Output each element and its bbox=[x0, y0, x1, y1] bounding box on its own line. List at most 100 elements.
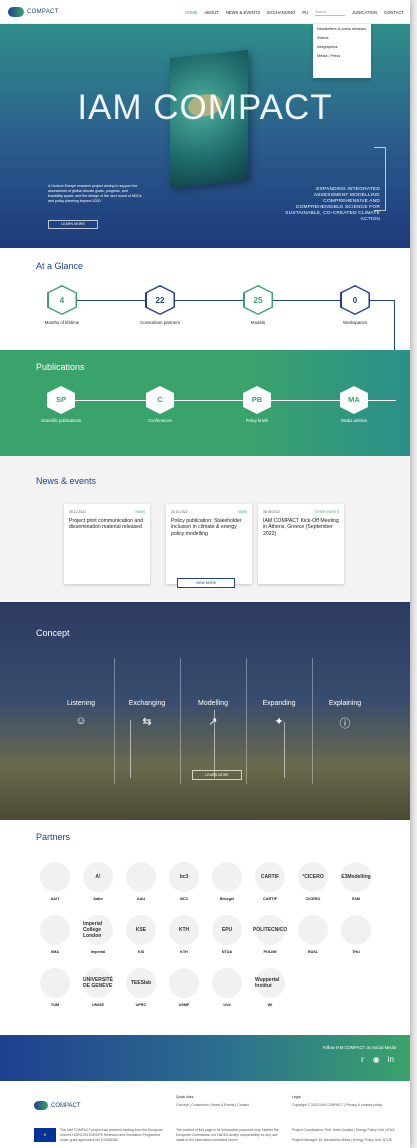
partner-logo[interactable] bbox=[212, 968, 242, 998]
partner-logo[interactable] bbox=[40, 862, 70, 892]
news-events-section: News & events 05.12.2022 NEWS Project pr… bbox=[0, 456, 410, 602]
partner-name: WI bbox=[267, 1003, 273, 1007]
nav-exchanging[interactable]: EXCHANGING bbox=[267, 10, 295, 15]
partner-logo[interactable]: E3Modelling bbox=[341, 862, 371, 892]
partner-logo[interactable]: KSE bbox=[126, 915, 156, 945]
publication-hexagon[interactable]: PB bbox=[243, 386, 271, 414]
section-title: At a Glance bbox=[36, 261, 84, 271]
partner-name: Imperial bbox=[90, 950, 106, 954]
partner-name: KSI bbox=[137, 950, 145, 954]
ear-icon: ☺ bbox=[75, 715, 87, 727]
network-icon: ✦ bbox=[274, 716, 284, 728]
publication-hexagon[interactable]: MA bbox=[340, 386, 368, 414]
eu-funding-text: The IAM COMPACT project has received fun… bbox=[60, 1128, 163, 1142]
footer-logo[interactable]: COMPACT bbox=[34, 1101, 81, 1110]
chart-icon: ↗ bbox=[208, 716, 218, 728]
concept-item-expanding[interactable]: Expanding ✦ bbox=[246, 700, 312, 728]
partner-logo[interactable]: EPU bbox=[212, 915, 242, 945]
publication-hexagon[interactable]: SP bbox=[47, 386, 75, 414]
partner-name: Bruegel bbox=[219, 897, 235, 901]
social-icons: 𝕣 ◉ in bbox=[361, 1055, 394, 1064]
news-date: 23.11.2022 bbox=[171, 510, 188, 514]
linkedin-icon[interactable]: in bbox=[388, 1055, 394, 1064]
dropdown-item-videos[interactable]: Videos bbox=[317, 36, 367, 41]
publication-label[interactable]: Conferences bbox=[120, 418, 200, 423]
partner-name: BC3 bbox=[180, 897, 188, 901]
concept-learn-more-button[interactable]: LEARN MORE bbox=[192, 770, 242, 780]
hero-title: IAM COMPACT bbox=[77, 88, 333, 127]
news-title[interactable]: Policy publication: Stakeholder inclusio… bbox=[171, 518, 247, 537]
dropdown-item-newsletters[interactable]: Newsletters & press releases bbox=[317, 27, 367, 32]
instagram-icon[interactable]: ◉ bbox=[373, 1055, 380, 1064]
nav-news-events[interactable]: NEWS & EVENTS bbox=[226, 10, 260, 15]
partner-logo[interactable]: POLITECNICO bbox=[253, 915, 287, 945]
partner-logo[interactable]: Imperial College London bbox=[83, 915, 113, 945]
concept-section: Concept Listening ☺ Exchanging ⇆ Modelli… bbox=[0, 602, 410, 820]
publication-label[interactable]: Policy briefs bbox=[217, 418, 297, 423]
nav-publications[interactable]: PU bbox=[302, 10, 308, 15]
publication-label[interactable]: Scientific publications bbox=[21, 418, 101, 423]
concept-item-exchanging[interactable]: Exchanging ⇆ bbox=[114, 700, 180, 728]
publications-section: Publications SP Scientific publications … bbox=[0, 350, 410, 456]
partner-logo[interactable]: Wuppertal Institut bbox=[255, 968, 285, 998]
site-logo[interactable]: COMPACT bbox=[8, 6, 59, 17]
partner-name: KTH bbox=[180, 950, 188, 954]
partner-logo[interactable] bbox=[169, 968, 199, 998]
project-manager: Project Manager: Dr. Alexandros Nikas | … bbox=[292, 1138, 392, 1142]
exchange-arrows-icon: ⇆ bbox=[142, 716, 152, 728]
news-tag: NEWS bbox=[135, 510, 145, 514]
disclaimer-text: The content of this page is for informat… bbox=[176, 1128, 279, 1142]
section-title: Concept bbox=[36, 628, 70, 638]
dropdown-item-infographics[interactable]: Infographics bbox=[317, 45, 367, 50]
concept-label: Listening bbox=[66, 700, 96, 707]
news-card[interactable]: 08.09.2022 OTHER EVENTS IAM COMPACT Kick… bbox=[258, 504, 344, 584]
partner-logo[interactable]: UNIVERSITÉ DE GENÈVE bbox=[83, 968, 113, 998]
news-card[interactable]: 05.12.2022 NEWS Project print communicat… bbox=[64, 504, 150, 584]
nav-home[interactable]: HOME bbox=[185, 10, 198, 15]
legal-text[interactable]: Copyright © 2022 IAM COMPACT | Privacy &… bbox=[292, 1103, 404, 1108]
search-input[interactable]: Search bbox=[315, 8, 346, 16]
partner-logo[interactable]: bc3 bbox=[169, 862, 199, 892]
quick-links[interactable]: Concept | Consortium | News & Events | C… bbox=[176, 1103, 249, 1108]
nav-communication[interactable]: JUNICATION bbox=[352, 10, 377, 15]
section-title: Partners bbox=[36, 832, 71, 842]
partner-name: USMF bbox=[178, 1003, 190, 1007]
stat-label: Models bbox=[250, 320, 266, 325]
nav-contact[interactable]: CONTACT bbox=[384, 10, 404, 15]
partner-name: Aalto bbox=[93, 897, 103, 901]
stat-value: 0 bbox=[341, 286, 369, 314]
view-more-button[interactable]: VIEW MORE bbox=[177, 578, 235, 588]
partner-logo[interactable] bbox=[298, 915, 328, 945]
partner-logo[interactable]: °CICERO bbox=[298, 862, 328, 892]
twitter-icon[interactable]: 𝕣 bbox=[361, 1055, 365, 1064]
concept-item-modelling[interactable]: Modelling ↗ bbox=[180, 700, 246, 728]
partner-logo[interactable]: KTH bbox=[169, 915, 199, 945]
nav-about[interactable]: ABOUT bbox=[204, 10, 218, 15]
concept-label: Expanding bbox=[262, 700, 296, 707]
publication-hexagon[interactable]: C bbox=[146, 386, 174, 414]
partner-logo[interactable] bbox=[212, 862, 242, 892]
dropdown-item-media-press[interactable]: Media / Press bbox=[317, 54, 367, 59]
wind-turbine-decoration bbox=[130, 720, 131, 778]
partner-logo[interactable]: CARTIF bbox=[255, 862, 285, 892]
logo-mark-icon bbox=[34, 1101, 48, 1110]
concept-item-listening[interactable]: Listening ☺ bbox=[48, 700, 114, 727]
info-icon: ⓘ bbox=[339, 718, 351, 730]
partner-logo[interactable] bbox=[40, 915, 70, 945]
partner-logo[interactable] bbox=[40, 968, 70, 998]
partner-name: THU bbox=[352, 950, 360, 954]
partner-logo[interactable] bbox=[341, 915, 371, 945]
news-card[interactable]: 23.11.2022 NEWS Policy publication: Stak… bbox=[166, 504, 252, 584]
publication-label[interactable]: Media articles bbox=[314, 418, 394, 423]
project-coordination: Project Coordination: Prof. Haris Doukas… bbox=[292, 1128, 395, 1132]
partner-logo[interactable]: TEESlab bbox=[126, 968, 156, 998]
stat-label: Workspaces bbox=[342, 320, 368, 325]
news-tag: NEWS bbox=[237, 510, 247, 514]
partner-logo[interactable]: A! bbox=[83, 862, 113, 892]
partner-logo[interactable] bbox=[126, 862, 156, 892]
concept-item-explaining[interactable]: Explaining ⓘ bbox=[312, 700, 378, 731]
news-title[interactable]: Project print communication and dissemin… bbox=[69, 518, 145, 531]
hero-learn-more-button[interactable]: LEARN MORE bbox=[48, 220, 98, 229]
news-title[interactable]: IAM COMPACT Kick-Off Meeting in Athens, … bbox=[263, 518, 339, 537]
site-footer: COMPACT Quick links Concept | Consortium… bbox=[0, 1081, 410, 1148]
